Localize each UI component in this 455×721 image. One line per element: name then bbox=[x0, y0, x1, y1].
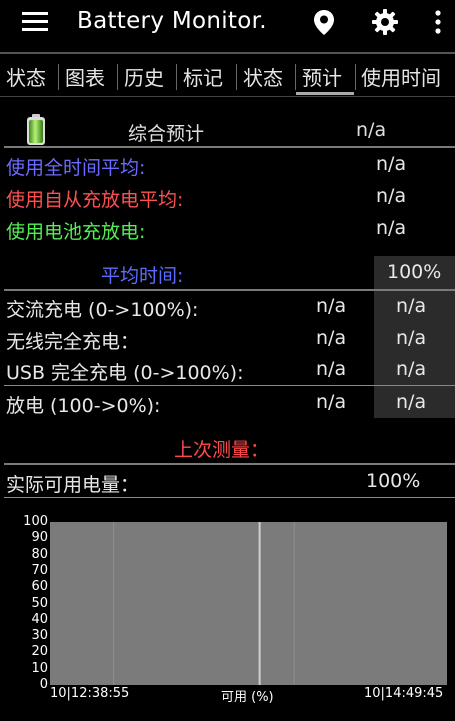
y-tick-label: 100 bbox=[23, 514, 48, 529]
tabs-divider bbox=[0, 96, 455, 97]
tab-divider bbox=[295, 64, 296, 90]
average-value: n/a bbox=[316, 327, 347, 349]
section-divider bbox=[4, 289, 455, 291]
y-tick-label: 50 bbox=[31, 595, 48, 611]
average-time-title: 平均时间: bbox=[101, 265, 184, 287]
row-divider bbox=[4, 385, 455, 386]
tab-status[interactable]: 状态 bbox=[6, 62, 46, 91]
average-label: 无线完全充电： bbox=[6, 331, 140, 353]
average-value-100: n/a bbox=[396, 358, 427, 380]
selected-tab-indicator bbox=[296, 92, 354, 95]
y-tick-label: 70 bbox=[31, 562, 48, 578]
estimate-label: 使用电池充放电: bbox=[6, 221, 146, 243]
average-value-100: n/a bbox=[396, 295, 427, 317]
overflow-menu-icon[interactable] bbox=[424, 8, 452, 36]
overall-estimate-value: n/a bbox=[356, 119, 387, 141]
average-label: 交流充电 (0->100%): bbox=[6, 299, 199, 321]
y-tick-label: 30 bbox=[31, 628, 48, 644]
plot-background bbox=[50, 522, 447, 685]
average-value: n/a bbox=[316, 358, 347, 380]
estimate-value: n/a bbox=[376, 217, 407, 239]
overall-estimate-title: 综合预计 bbox=[128, 123, 205, 145]
usage-chart[interactable]: 100 90 80 70 60 50 40 30 20 10 0 10|12:38:55 可用 (%… bbox=[0, 514, 455, 721]
app-title: Battery Monitor. bbox=[77, 8, 267, 34]
gear-icon[interactable] bbox=[371, 8, 399, 36]
y-tick-label: 10 bbox=[31, 660, 48, 676]
tab-estimate[interactable]: 预计 bbox=[302, 62, 342, 91]
estimate-value: n/a bbox=[376, 185, 407, 207]
tab-divider bbox=[236, 64, 237, 90]
tab-history[interactable]: 历史 bbox=[124, 62, 164, 91]
tab-bar: 状态 图表 历史 标记 状态 预计 使用时间 bbox=[0, 58, 455, 95]
last-measure-title: 上次测量： bbox=[174, 439, 270, 461]
average-value-100: n/a bbox=[396, 327, 427, 349]
tab-marks[interactable]: 标记 bbox=[183, 62, 223, 91]
actual-capacity-value: 100% bbox=[366, 470, 421, 492]
tab-divider bbox=[355, 64, 356, 90]
y-tick-label: 80 bbox=[31, 546, 48, 562]
estimate-value: n/a bbox=[376, 153, 407, 175]
x-axis-start-label: 10|12:38:55 bbox=[50, 686, 130, 701]
tab-divider bbox=[58, 64, 59, 90]
tab-usage-time[interactable]: 使用时间 bbox=[361, 62, 441, 91]
section-divider bbox=[4, 463, 455, 465]
section-divider bbox=[4, 146, 455, 148]
x-axis-end-label: 10|14:49:45 bbox=[364, 686, 444, 701]
tab-divider bbox=[176, 64, 177, 90]
app-bar-divider bbox=[0, 52, 455, 54]
y-tick-label: 40 bbox=[31, 611, 48, 627]
tab-chart[interactable]: 图表 bbox=[65, 62, 105, 91]
tab-divider bbox=[117, 64, 118, 90]
average-label: 放电 (100->0%): bbox=[6, 395, 161, 417]
estimate-label: 使用自从充放电平均: bbox=[6, 189, 184, 211]
y-tick-label: 60 bbox=[31, 579, 48, 595]
app-bar: Battery Monitor. bbox=[0, 0, 455, 46]
actual-capacity-label: 实际可用电量： bbox=[6, 474, 140, 496]
estimate-label: 使用全时间平均: bbox=[6, 157, 146, 179]
chart-plot-area[interactable] bbox=[50, 522, 447, 685]
overall-estimate-header: 综合预计 n/a bbox=[0, 119, 455, 145]
average-value: n/a bbox=[316, 391, 347, 413]
location-pin-icon[interactable] bbox=[310, 8, 338, 36]
y-tick-label: 20 bbox=[31, 644, 48, 660]
tab-status-2[interactable]: 状态 bbox=[243, 62, 283, 91]
average-value-100: n/a bbox=[396, 391, 427, 413]
x-axis-title: 可用 (%) bbox=[221, 690, 274, 705]
menu-icon[interactable] bbox=[22, 12, 48, 32]
average-time-column-header: 100% bbox=[387, 261, 442, 283]
y-tick-label: 0 bbox=[39, 677, 48, 692]
section-divider bbox=[4, 497, 455, 498]
average-value: n/a bbox=[316, 295, 347, 317]
y-tick-label: 90 bbox=[31, 530, 48, 546]
average-label: USB 完全充电 (0->100%): bbox=[6, 362, 244, 384]
